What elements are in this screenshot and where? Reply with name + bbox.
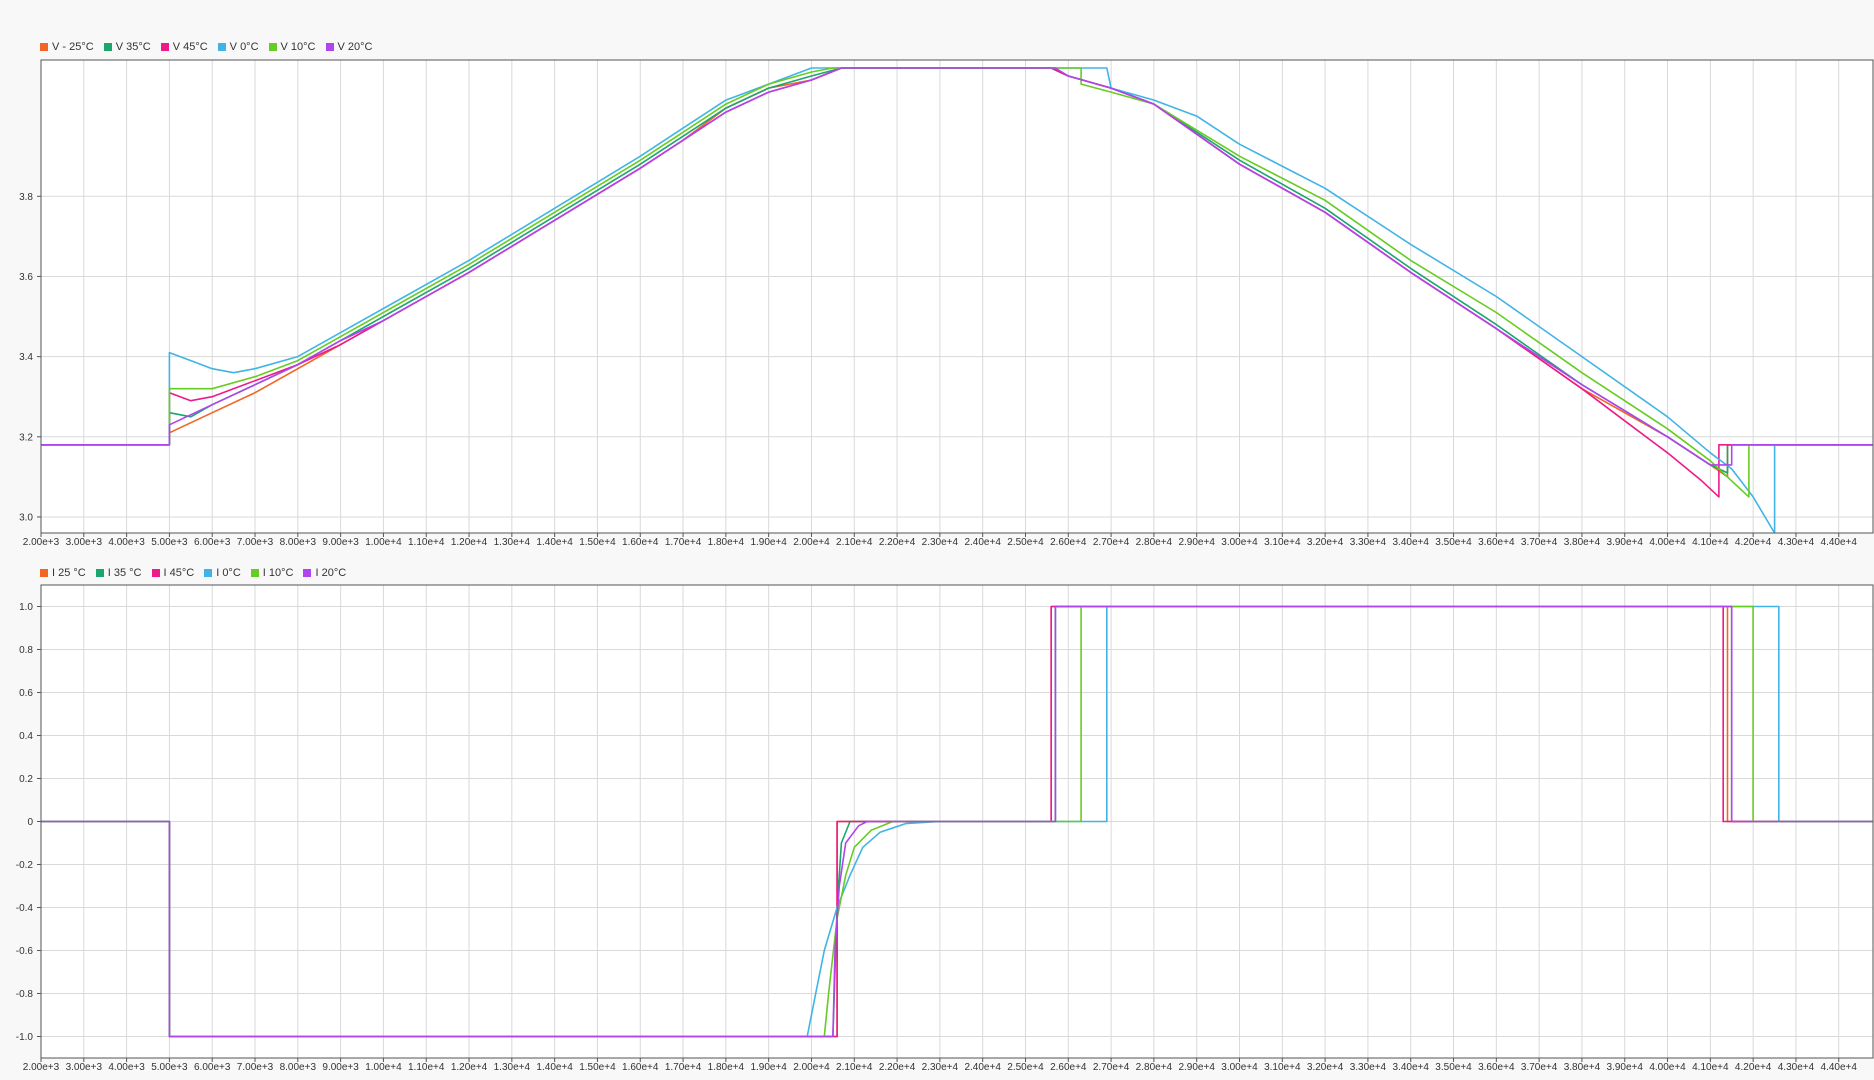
x-tick-label: 2.40e+4: [964, 1062, 1001, 1073]
x-tick-label: 3.70e+4: [1521, 1062, 1558, 1073]
x-tick-label: 6.00e+3: [194, 1062, 231, 1073]
x-tick-label: 2.90e+4: [1178, 1062, 1215, 1073]
x-tick-label: 1.80e+4: [708, 1062, 745, 1073]
x-tick-label: 2.00e+3: [23, 1062, 60, 1073]
x-tick-label: 4.00e+4: [1649, 1062, 1686, 1073]
x-tick-label: 4.40e+4: [1821, 1062, 1858, 1073]
x-tick-label: 8.00e+3: [280, 1062, 317, 1073]
x-tick-label: 4.00e+3: [108, 1062, 145, 1073]
x-tick-label: 3.30e+4: [1350, 1062, 1387, 1073]
y-tick-label: 3.2: [19, 432, 33, 443]
y-tick-label: -0.8: [16, 989, 34, 1000]
y-tick-label: 3.0: [19, 512, 33, 523]
x-tick-label: 3.90e+4: [1607, 1062, 1644, 1073]
x-tick-label: 9.00e+3: [322, 1062, 359, 1073]
x-tick-label: 2.00e+4: [793, 1062, 830, 1073]
x-tick-label: 3.00e+4: [1221, 1062, 1258, 1073]
x-tick-label: 2.20e+4: [879, 1062, 916, 1073]
x-tick-label: 1.10e+4: [408, 1062, 445, 1073]
voltage-panel: V - 25°C V 35°C V 45°C V 0°C V 10°C V 20°C 2.…: [0, 0, 1874, 548]
x-tick-label: 1.60e+4: [622, 1062, 659, 1073]
x-tick-label: 1.40e+4: [536, 1062, 573, 1073]
x-tick-label: 1.90e+4: [750, 1062, 787, 1073]
x-tick-label: 2.10e+4: [836, 1062, 873, 1073]
y-tick-label: 0.4: [19, 731, 33, 742]
x-tick-label: 2.70e+4: [1093, 1062, 1130, 1073]
voltage-chart[interactable]: 2.00e+3 3.00e+3 4.00e+3 5.00e+3 6.00e+3 7.00e…: [0, 0, 1874, 548]
y-tick-label: 0.6: [19, 688, 33, 699]
x-tick-label: 1.50e+4: [579, 1062, 616, 1073]
x-tick-label: 2.60e+4: [1050, 1062, 1087, 1073]
x-tick-label: 3.10e+4: [1264, 1062, 1301, 1073]
x-tick-label: 5.00e+3: [151, 1062, 188, 1073]
x-tick-label: 3.60e+4: [1478, 1062, 1515, 1073]
y-tick-label: 3.8: [19, 192, 33, 203]
x-tick-label: 7.00e+3: [237, 1062, 274, 1073]
y-tick-label: -0.6: [16, 946, 34, 957]
x-tick-label: 1.00e+4: [365, 1062, 402, 1073]
y-tick-label: 0.8: [19, 645, 33, 656]
y-tick-label: -0.4: [16, 903, 34, 914]
y-tick-label: 1.0: [19, 602, 33, 613]
chart-window: V - 25°C V 35°C V 45°C V 0°C V 10°C V 20°C 2.…: [0, 0, 1874, 1080]
y-tick-label: 0: [27, 817, 33, 828]
x-tick-label: 1.70e+4: [665, 1062, 702, 1073]
plot-area: [40, 59, 1874, 534]
x-tick-label: 4.30e+4: [1778, 1062, 1815, 1073]
x-tick-label: 4.10e+4: [1692, 1062, 1729, 1073]
x-tick-label: 3.40e+4: [1393, 1062, 1430, 1073]
x-tick-label: 1.20e+4: [451, 1062, 488, 1073]
x-tick-label: 2.30e+4: [922, 1062, 959, 1073]
x-tick-label: 3.50e+4: [1435, 1062, 1472, 1073]
x-tick-label: 1.30e+4: [494, 1062, 531, 1073]
y-tick-label: 3.6: [19, 272, 33, 283]
x-tick-label: 3.80e+4: [1564, 1062, 1601, 1073]
y-tick-label: -1.0: [16, 1032, 34, 1043]
y-tick-label: 0.2: [19, 774, 33, 785]
x-tick-label: 4.20e+4: [1735, 1062, 1772, 1073]
y-tick-label: -0.2: [16, 860, 34, 871]
x-tick-label: 3.20e+4: [1307, 1062, 1344, 1073]
y-tick-label: 3.4: [19, 352, 33, 363]
x-tick-label: 3.00e+3: [66, 1062, 103, 1073]
x-tick-label: 2.50e+4: [1007, 1062, 1044, 1073]
current-panel: I 25 °C I 35 °C I 45°C I 0°C I 10°C I 20°C 2.…: [0, 540, 1874, 1080]
x-tick-label: 2.80e+4: [1136, 1062, 1173, 1073]
current-chart[interactable]: 2.00e+3 3.00e+3 4.00e+3 5.00e+3 6.00e+3 7.00e…: [0, 540, 1874, 1080]
